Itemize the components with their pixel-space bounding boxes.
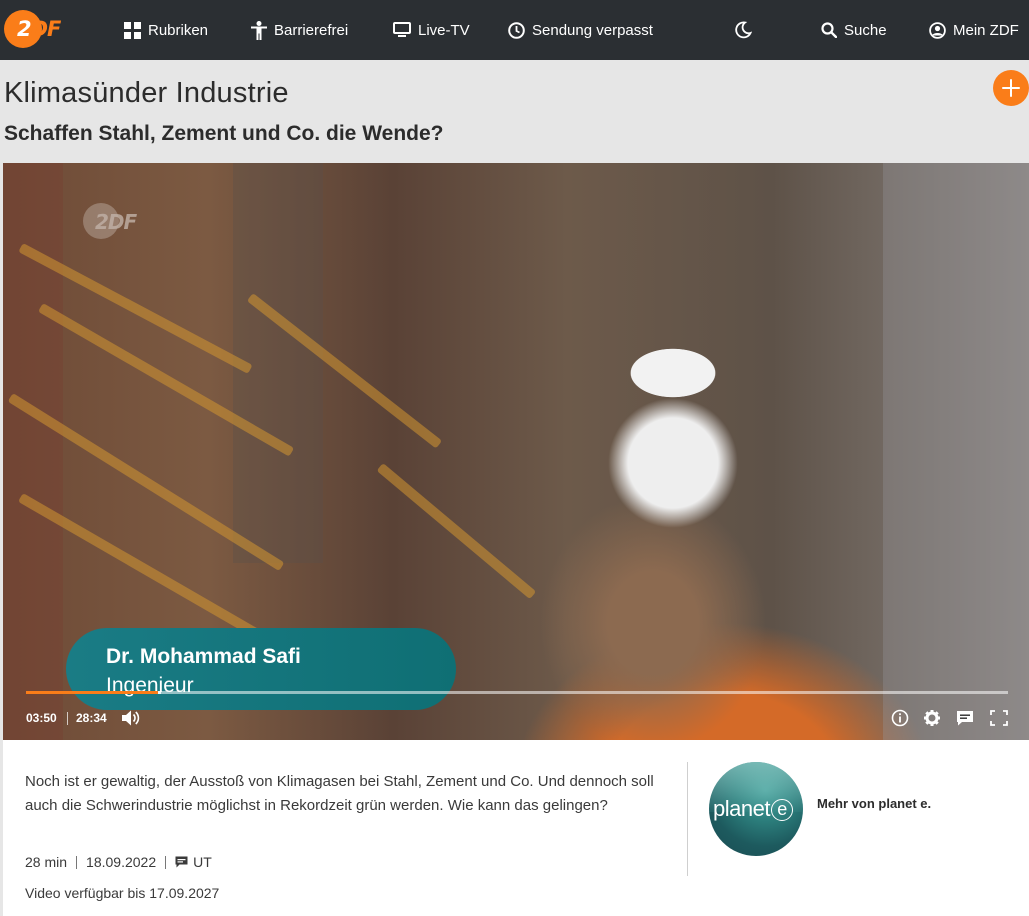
- planet-e-logo: planet e: [713, 796, 793, 822]
- top-navigation: 2DF Rubriken Barrierefrei Live-TV Sendun…: [0, 0, 1029, 60]
- nav-barrierefrei[interactable]: Barrierefrei: [251, 0, 348, 60]
- progress-bar[interactable]: [26, 691, 1008, 694]
- duration: 28:34: [76, 711, 107, 725]
- watermark-logo: 2DF: [83, 201, 137, 241]
- nav-live-tv-label: Live-TV: [418, 21, 470, 39]
- page-subtitle: Schaffen Stahl, Zement und Co. die Wende…: [4, 122, 444, 145]
- nav-live-tv[interactable]: Live-TV: [393, 0, 470, 60]
- logo-text: 2DF: [17, 17, 61, 41]
- subtitles-icon: [175, 856, 188, 868]
- description-text: Noch ist er gewaltig, der Ausstoß von Kl…: [25, 773, 654, 814]
- user-icon: [929, 21, 946, 39]
- moon-icon: [735, 21, 752, 39]
- account-button[interactable]: Mein ZDF: [929, 0, 1019, 60]
- meta-separator: [76, 855, 78, 869]
- nav-sendung-verpasst[interactable]: Sendung verpasst: [508, 0, 653, 60]
- search-label: Suche: [844, 21, 887, 39]
- clock-icon: [508, 21, 525, 39]
- tv-icon: [393, 22, 411, 37]
- more-from-planet-e-link[interactable]: Mehr von planet e.: [817, 796, 931, 811]
- divider: [687, 762, 688, 876]
- account-label: Mein ZDF: [953, 21, 1019, 39]
- planet-e-thumbnail[interactable]: planet e: [709, 762, 803, 856]
- settings-icon[interactable]: [922, 709, 942, 727]
- lower-third-role: Ingenieur: [106, 674, 194, 697]
- page-title: Klimasünder Industrie: [4, 77, 289, 109]
- played-bar: [26, 691, 158, 694]
- search-icon: [821, 22, 837, 38]
- dark-mode-toggle[interactable]: [734, 0, 752, 60]
- nav-rubriken-label: Rubriken: [148, 21, 209, 39]
- nav-barrierefrei-label: Barrierefrei: [274, 21, 349, 39]
- video-player[interactable]: 2DF Dr. Mohammad Safi Ingenieur 03:50 28…: [3, 163, 1029, 740]
- description-panel: Noch ist er gewaltig, der Ausstoß von Kl…: [3, 740, 1029, 916]
- video-length: 28 min: [25, 854, 68, 870]
- availability-text: Video verfügbar bis 17.09.2027: [25, 885, 220, 901]
- info-icon[interactable]: [890, 709, 910, 727]
- lower-third-name: Dr. Mohammad Safi: [106, 645, 301, 668]
- lower-third-caption: Dr. Mohammad Safi Ingenieur: [66, 628, 456, 710]
- nav-sendung-verpasst-label: Sendung verpasst: [532, 21, 653, 39]
- nav-rubriken[interactable]: Rubriken: [124, 0, 208, 60]
- accessibility-icon: [251, 20, 267, 40]
- fullscreen-icon[interactable]: [989, 709, 1009, 727]
- meta-separator: [165, 855, 167, 869]
- volume-icon[interactable]: [121, 709, 141, 727]
- current-time: 03:50: [26, 711, 57, 725]
- add-to-list-button[interactable]: [993, 70, 1029, 106]
- zdf-logo[interactable]: 2DF: [4, 10, 66, 48]
- subtitles-icon[interactable]: [955, 709, 975, 727]
- video-date: 18.09.2022: [86, 854, 157, 870]
- grid-icon: [124, 21, 141, 39]
- subtitles-badge: UT: [193, 854, 212, 870]
- time-separator: [67, 712, 68, 725]
- video-meta: 28 min 18.09.2022 UT: [25, 854, 212, 870]
- watermark-text: 2DF: [95, 210, 137, 234]
- search-button[interactable]: Suche: [821, 0, 887, 60]
